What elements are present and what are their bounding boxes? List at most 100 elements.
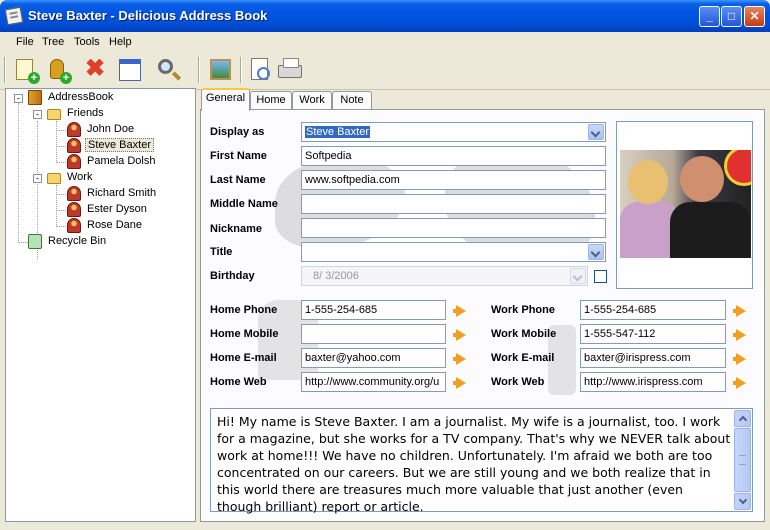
chevron-down-icon[interactable]: [570, 268, 586, 284]
tab-home[interactable]: Home: [250, 91, 292, 110]
birthday-value: 8/ 3/2006: [313, 270, 359, 282]
work-email-field[interactable]: baxter@irispress.com: [580, 348, 726, 368]
open-web-arrow-icon[interactable]: [453, 377, 466, 389]
home-phone-label: Home Phone: [210, 304, 278, 316]
work-phone-field[interactable]: 1-555-254-685: [580, 300, 726, 320]
tree-line: [18, 103, 19, 243]
birthday-date-picker[interactable]: 8/ 3/2006: [301, 266, 588, 286]
birthday-checkbox[interactable]: [594, 270, 607, 283]
nickname-field[interactable]: [301, 218, 606, 238]
folder-icon: [47, 109, 61, 120]
print-icon: [278, 58, 302, 78]
delete-icon: ✖: [85, 55, 106, 82]
tree-item-label: Recycle Bin: [48, 235, 107, 247]
delete-button[interactable]: ✖: [82, 56, 110, 84]
print-button[interactable]: [276, 56, 304, 84]
menu-tools[interactable]: Tools: [74, 36, 100, 48]
work-phone-label: Work Phone: [491, 304, 555, 316]
chevron-down-icon[interactable]: [588, 124, 604, 140]
tree-item-label: John Doe: [87, 123, 135, 135]
contact-icon: [67, 154, 81, 169]
tree-item-label: Pamela Dolsh: [87, 155, 156, 167]
dial-arrow-icon[interactable]: [733, 305, 746, 317]
new-folder-button[interactable]: +: [44, 56, 72, 84]
tree-line: [56, 130, 66, 131]
window-title: Steve Baxter - Delicious Address Book: [28, 8, 268, 23]
tree-line: [56, 162, 66, 163]
calendar-button[interactable]: [116, 56, 144, 84]
notes-text: Hi! My name is Steve Baxter. I am a jour…: [217, 414, 735, 514]
display-as-value: Steve Baxter: [305, 126, 370, 138]
tab-general[interactable]: General: [201, 88, 250, 111]
last-name-field[interactable]: www.softpedia.com: [301, 170, 606, 190]
open-web-arrow-icon[interactable]: [733, 377, 746, 389]
toolbar: + + ✖: [0, 52, 770, 90]
tree-item-label: Friends: [67, 107, 104, 119]
home-email-field[interactable]: baxter@yahoo.com: [301, 348, 446, 368]
home-web-label: Home Web: [210, 376, 267, 388]
dial-arrow-icon[interactable]: [733, 329, 746, 341]
expander-friends[interactable]: -: [33, 110, 42, 119]
scroll-up-button[interactable]: [734, 410, 751, 427]
maximize-button[interactable]: □: [721, 6, 742, 27]
print-preview-icon: [251, 58, 270, 80]
toolbar-separator: [240, 57, 242, 83]
tree-line: [56, 210, 66, 211]
close-button[interactable]: ✕: [744, 6, 765, 27]
print-preview-button[interactable]: [247, 56, 275, 84]
home-mobile-label: Home Mobile: [210, 328, 279, 340]
contact-icon: [67, 202, 81, 217]
chevron-down-icon[interactable]: [588, 244, 604, 260]
expander-addressbook[interactable]: -: [14, 94, 23, 103]
search-button[interactable]: [154, 56, 182, 84]
tree-line: [56, 226, 66, 227]
expander-work[interactable]: -: [33, 174, 42, 183]
tab-work[interactable]: Work: [292, 91, 332, 110]
notes-scrollbar[interactable]: [734, 410, 751, 510]
nickname-label: Nickname: [210, 223, 262, 235]
work-email-label: Work E-mail: [491, 352, 555, 364]
tree-item-label: Steve Baxter: [85, 138, 154, 152]
display-as-label: Display as: [210, 126, 265, 138]
dial-arrow-icon[interactable]: [453, 329, 466, 341]
picture-icon: [210, 59, 231, 80]
first-name-field[interactable]: Softpedia: [301, 146, 606, 166]
home-email-label: Home E-mail: [210, 352, 277, 364]
menu-file[interactable]: File: [16, 36, 34, 48]
tree-item-label: Ester Dyson: [87, 203, 147, 215]
calendar-icon: [119, 59, 141, 81]
scroll-thumb[interactable]: [734, 428, 751, 492]
home-phone-field[interactable]: 1-555-254-685: [301, 300, 446, 320]
contact-photo[interactable]: [616, 121, 753, 289]
home-web-field[interactable]: http://www.community.org/u: [301, 372, 446, 392]
notes-textarea[interactable]: Hi! My name is Steve Baxter. I am a jour…: [210, 408, 753, 514]
work-web-label: Work Web: [491, 376, 545, 388]
scroll-down-button[interactable]: [734, 493, 751, 510]
menu-help[interactable]: Help: [109, 36, 132, 48]
contact-icon: [67, 186, 81, 201]
dial-arrow-icon[interactable]: [453, 305, 466, 317]
picture-button[interactable]: [206, 56, 234, 84]
recycle-bin-icon: [28, 234, 42, 249]
home-mobile-field[interactable]: [301, 324, 446, 344]
tab-note[interactable]: Note: [332, 91, 372, 110]
work-mobile-field[interactable]: 1-555-547-112: [580, 324, 726, 344]
tree-line: [56, 121, 57, 163]
tree-line: [56, 146, 66, 147]
menu-tree[interactable]: Tree: [42, 36, 64, 48]
title-combo[interactable]: [301, 242, 606, 262]
display-as-combo[interactable]: Steve Baxter: [301, 122, 606, 142]
title-label: Title: [210, 246, 233, 258]
photo-image: [620, 150, 751, 258]
middle-name-field[interactable]: [301, 194, 606, 214]
minimize-button[interactable]: _: [699, 6, 720, 27]
address-tree[interactable]: - AddressBook - Friends John Doe Steve B…: [5, 88, 196, 522]
send-email-arrow-icon[interactable]: [453, 353, 466, 365]
tree-item-label: AddressBook: [48, 91, 114, 103]
send-email-arrow-icon[interactable]: [733, 353, 746, 365]
work-mobile-label: Work Mobile: [491, 328, 557, 340]
addressbook-icon: [28, 90, 42, 105]
new-contact-button[interactable]: +: [12, 56, 40, 84]
work-web-field[interactable]: http://www.irispress.com: [580, 372, 726, 392]
title-bar[interactable]: Steve Baxter - Delicious Address Book _ …: [0, 0, 770, 32]
